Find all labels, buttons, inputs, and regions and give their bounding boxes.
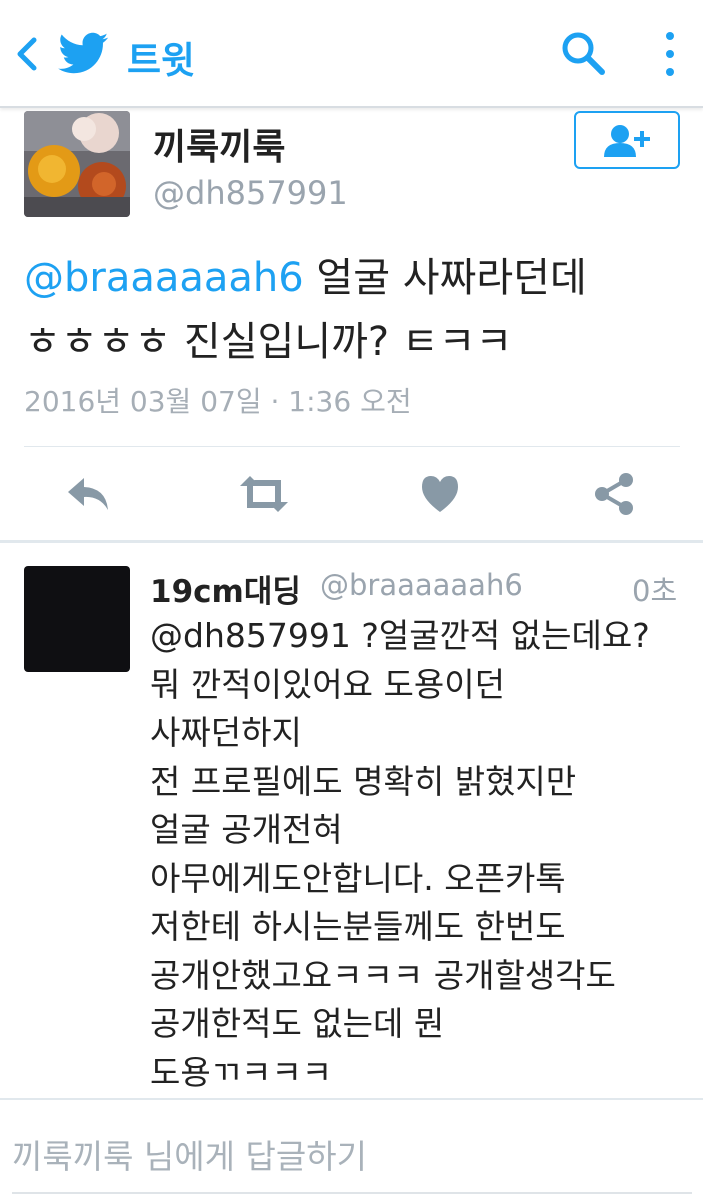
retweet-icon[interactable] [236,472,292,516]
input-underline [12,1192,692,1194]
author-handle[interactable]: @dh857991 [153,174,348,212]
reply-author-handle[interactable]: @braaaaaah6 [320,568,523,602]
reply-icon[interactable] [64,472,112,516]
reply-text-line: 아무에게도안합니다. 오픈카톡 [150,858,566,898]
divider [24,446,680,447]
reply-text-line: 사짜던하지 [150,713,302,752]
tweet-text-line2: ㅎㅎㅎㅎ 진실입니까? ㅌㅋㅋ [24,319,513,365]
mention-link[interactable]: @braaaaaah6 [24,255,304,301]
reply-author-name[interactable]: 19cm대딩 [150,566,301,611]
chevron-left-icon[interactable] [12,34,40,74]
reply-text-line: 공개안했고요ㅋㅋㅋ 공개할생각도 [150,955,616,995]
tweet-action-bar [0,450,703,538]
reply-text-line: 도용ㄲㅋㅋㅋ [150,1052,333,1092]
tweet-timestamp: 2016년 03월 07일 · 1:36 오전 [24,385,412,418]
reply-time: 0초 [632,574,678,608]
divider [0,540,703,543]
share-icon[interactable] [592,472,636,516]
search-icon[interactable] [560,30,606,76]
tweet-text: @braaaaaah6 얼굴 사짜라던데 ㅎㅎㅎㅎ 진실입니까? ㅌㅋㅋ [24,246,684,374]
add-user-icon [604,125,650,157]
reply-text-line: 공개한적도 없는데 뭔 [150,1004,445,1043]
reply-text-line: 저한테 하시는분들께도 한번도 [150,907,566,946]
reply-text-line: 뭐 깐적이있어요 도용이던 [150,664,505,704]
top-app-bar: 트윗 [0,0,703,108]
twitter-bird-icon [58,32,109,74]
page-title: 트윗 [127,39,196,82]
like-icon[interactable] [418,472,462,516]
author-avatar[interactable] [24,111,130,217]
tweet-text-line1: 얼굴 사짜라던데 [303,255,587,301]
reply-text-line: 전 프로필에도 명확히 밝혔지만 [150,761,577,801]
reply-compose-bar: 끼룩끼룩 님에게 답글하기 [0,1098,703,1200]
reply-input[interactable]: 끼룩끼룩 님에게 답글하기 [12,1130,367,1178]
reply-text-line: 얼굴 공개전혀 [150,810,343,849]
reply-text: @dh857991 ?얼굴깐적 없는데요? 뭐 깐적이있어요 도용이던 사짜던하… [150,612,690,1097]
author-name[interactable]: 끼룩끼룩 [153,118,285,170]
reply-text-line: @dh857991 ?얼굴깐적 없는데요? [150,616,650,655]
more-vertical-icon[interactable] [660,30,680,78]
follow-button[interactable] [574,111,680,169]
avatar-photo [24,111,130,217]
reply-author-avatar[interactable] [24,566,130,672]
